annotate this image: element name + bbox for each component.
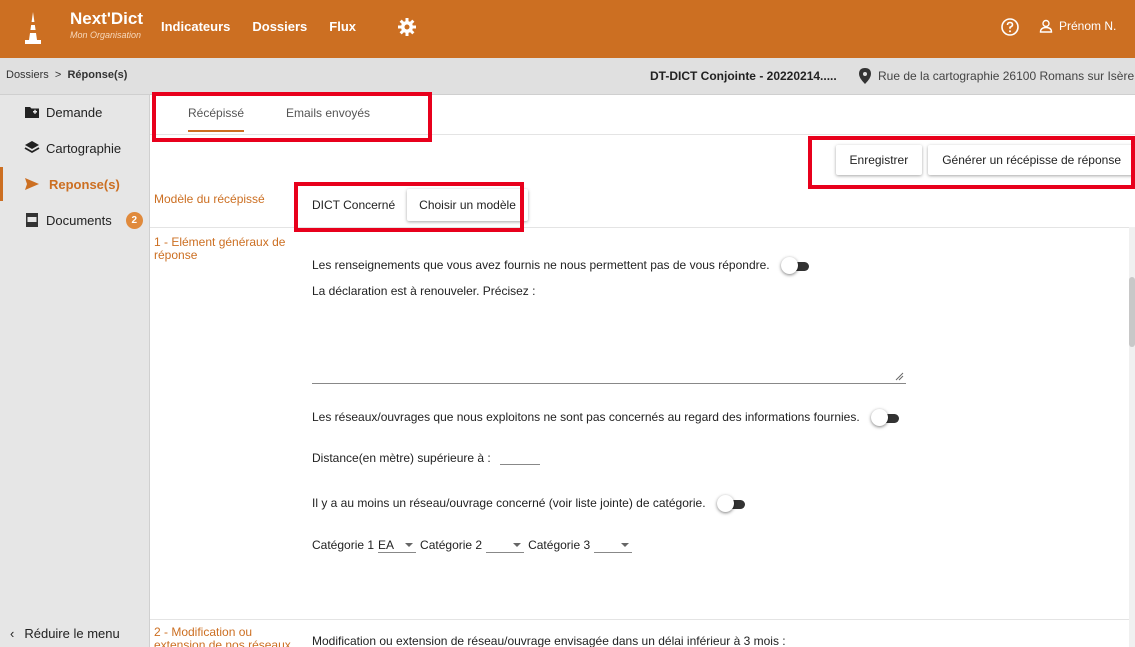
field-renew-label: La déclaration est à renouveler. Précise… [312,284,536,298]
user-icon [1039,19,1053,33]
field-modification-label: Modification ou extension de réseau/ouvr… [312,634,786,647]
section-title: 2 - Modification ou extension de nos rés… [154,625,291,647]
nav-indicateurs[interactable]: Indicateurs [161,19,230,34]
category-1-select[interactable]: EA [378,537,417,553]
user-menu[interactable]: Prénom N. [1039,19,1116,33]
dossier-title: DT-DICT Conjointe - 20220214..... [650,69,837,83]
sidebar-item-label: Cartographie [46,140,122,156]
gear-icon[interactable] [397,17,417,37]
generate-recepisse-button[interactable]: Générer un récépisse de réponse [928,145,1135,175]
renew-details-textarea[interactable] [312,314,906,384]
send-icon [25,178,39,190]
sidebar-item-label: Documents [46,212,112,228]
brand-organisation: Mon Organisation [70,30,142,40]
top-bar: Next'Dict Mon Organisation Indicateurs D… [0,0,1135,58]
chevron-left-icon: ‹ [10,626,15,641]
sidebar-item-label: Demande [46,104,103,120]
category-3-select[interactable] [594,537,633,553]
scrollbar-thumb[interactable] [1129,277,1135,347]
chevron-down-icon [405,542,414,547]
sidebar: Demande Cartographie Reponse(s) Document… [0,95,150,647]
folder-plus-icon [25,107,39,118]
breadcrumb-current: Réponse(s) [67,69,128,81]
sidebar-item-demande[interactable]: Demande [0,95,150,129]
collapse-menu-label: Réduire le menu [24,626,120,641]
breadcrumb: Dossiers > Réponse(s) [6,69,127,81]
nav-flux[interactable]: Flux [329,19,356,34]
action-buttons: Enregistrer Générer un récépisse de répo… [835,145,1135,175]
field-not-concerned: Les réseaux/ouvrages que nous exploitons… [312,408,901,426]
category-selects: Catégorie 1 EA Catégorie 2 Catégorie 3 [312,537,636,553]
field-label: Les réseaux/ouvrages que nous exploitons… [312,410,860,424]
section-general-elements: 1 - Elément généraux de réponse Les rens… [150,227,1135,619]
insufficient-info-toggle[interactable] [780,256,811,274]
network-concerned-toggle[interactable] [716,494,747,512]
sidebar-item-cartographie[interactable]: Cartographie [0,131,150,165]
layers-icon [24,141,40,154]
user-name: Prénom N. [1059,19,1117,33]
tab-emails-envoyes[interactable]: Emails envoyés [286,106,370,120]
not-concerned-toggle[interactable] [871,408,901,426]
main-nav: Indicateurs Dossiers Flux [161,19,356,34]
pdf-icon [26,213,38,227]
section-modification-extension: 2 - Modification ou extension de nos rés… [150,619,1135,647]
category-1-label: Catégorie 1 [312,538,375,552]
sidebar-item-label: Reponse(s) [49,176,120,192]
distance-input[interactable] [500,451,541,465]
subtab-dict-concerne[interactable]: DICT Concerné [300,189,407,221]
category-3-label: Catégorie 3 [528,538,591,552]
map-pin-icon [859,68,871,84]
tab-recepisse[interactable]: Récépissé [188,106,245,132]
chevron-down-icon [621,542,630,547]
dossier-address: Rue de la cartographie 26100 Romans sur … [878,69,1135,83]
save-button[interactable]: Enregistrer [835,145,923,175]
main-content: Récépissé Emails envoyés Enregistrer Gén… [150,95,1135,647]
breadcrumb-dossiers[interactable]: Dossiers [6,69,49,81]
choose-model-button[interactable]: Choisir un modèle [407,189,528,221]
field-label: Distance(en mètre) supérieure à : [312,451,491,465]
documents-count-badge: 2 [125,211,143,229]
category-1-value: EA [378,537,395,552]
sidebar-item-documents[interactable]: Documents 2 [0,203,150,237]
model-label: Modèle du récépissé [154,192,265,206]
field-insufficient-info: Les renseignements que vous avez fournis… [312,256,811,274]
scrollbar[interactable] [1129,227,1135,647]
brand-name: Next'Dict [70,9,144,28]
sidebar-item-reponses[interactable]: Reponse(s) [0,167,150,201]
section-title: 1 - Elément généraux de réponse [154,235,286,262]
category-2-select[interactable] [486,537,525,553]
category-2-label: Catégorie 2 [420,538,483,552]
brand[interactable]: Next'Dict Mon Organisation [70,9,143,41]
model-subtabs: DICT Concerné Choisir un modèle [300,189,528,221]
resize-handle-icon[interactable] [894,371,904,381]
field-label: Il y a au moins un réseau/ouvrage concer… [312,496,706,510]
traffic-cone-icon [25,12,41,44]
field-distance: Distance(en mètre) supérieure à : [312,451,541,465]
nav-dossiers[interactable]: Dossiers [252,19,307,34]
field-label: Les renseignements que vous avez fournis… [312,258,770,272]
context-bar: Dossiers > Réponse(s) DT-DICT Conjointe … [0,58,1135,95]
tab-bar: Récépissé Emails envoyés [150,95,1135,135]
breadcrumb-separator: > [54,69,62,81]
chevron-down-icon [513,542,522,547]
collapse-menu-button[interactable]: ‹ Réduire le menu [10,626,120,641]
help-icon[interactable] [1000,17,1020,37]
field-network-concerned: Il y a au moins un réseau/ouvrage concer… [312,494,747,512]
